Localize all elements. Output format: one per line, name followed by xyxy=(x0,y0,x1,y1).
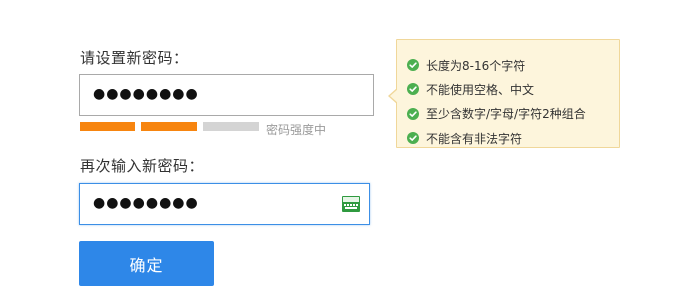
strength-bar-segment-1 xyxy=(80,122,135,131)
password-label: 请设置新密码： xyxy=(80,49,189,67)
new-password-input[interactable]: ●●●●●●●● xyxy=(79,74,374,116)
password-rule-text: 长度为8-16个字符 xyxy=(426,58,526,73)
password-rule-text: 至少含数字/字母/字符2种组合 xyxy=(426,107,586,122)
password-rule-text: 不能含有非法字符 xyxy=(426,131,523,146)
password-rule-item: 不能含有非法字符 xyxy=(407,126,586,150)
password-rule-item: 至少含数字/字母/字符2种组合 xyxy=(407,102,586,126)
password-rule-item: 不能使用空格、中文 xyxy=(407,77,586,101)
new-password-value: ●●●●●●●● xyxy=(93,86,199,103)
check-circle-icon xyxy=(407,107,419,120)
confirm-password-label: 再次输入新密码： xyxy=(80,157,205,175)
check-circle-icon xyxy=(407,59,419,72)
confirm-password-input[interactable]: ●●●●●●●● xyxy=(79,183,370,225)
password-rules-list: 长度为8-16个字符 不能使用空格、中文 至少含数字/字母/字符2种组合 不能含… xyxy=(407,53,586,150)
strength-bar-segment-3 xyxy=(203,122,259,131)
strength-bar-segment-2 xyxy=(141,122,197,131)
check-circle-icon xyxy=(407,83,419,96)
virtual-keyboard-icon[interactable] xyxy=(341,194,361,214)
password-rules-tooltip: 长度为8-16个字符 不能使用空格、中文 至少含数字/字母/字符2种组合 不能含… xyxy=(388,39,620,150)
password-rule-item: 长度为8-16个字符 xyxy=(407,53,586,77)
check-circle-icon xyxy=(407,132,419,145)
password-strength-text: 密码强度中 xyxy=(266,123,327,137)
password-rule-text: 不能使用空格、中文 xyxy=(426,82,535,97)
confirm-button[interactable]: 确定 xyxy=(79,241,214,286)
confirm-password-value: ●●●●●●●● xyxy=(93,195,199,212)
